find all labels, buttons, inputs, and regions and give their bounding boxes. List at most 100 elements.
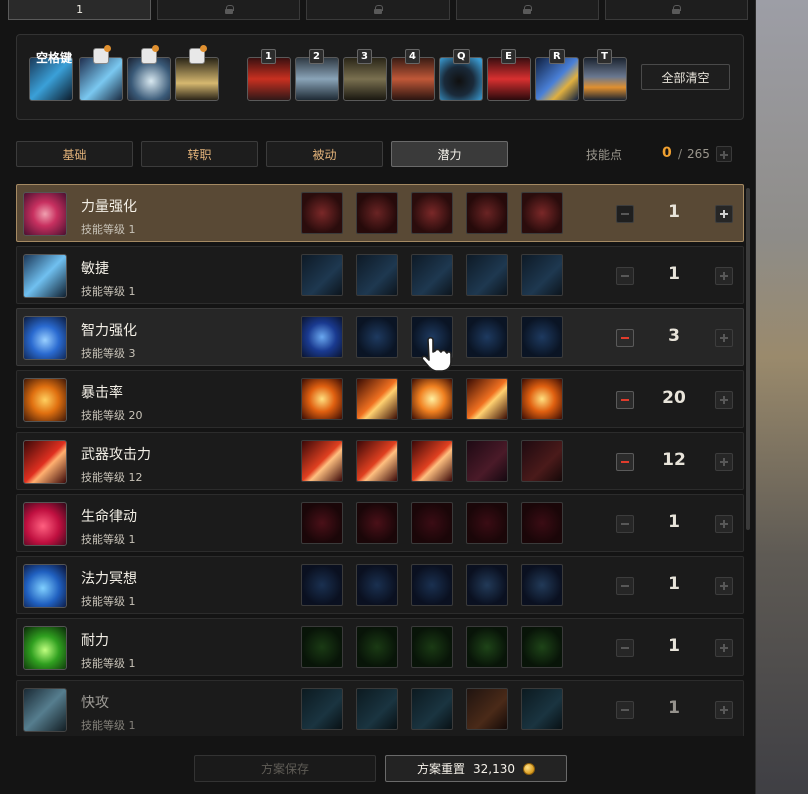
- sub-skill-icon[interactable]: [466, 626, 508, 668]
- sub-skill-icon[interactable]: [521, 378, 563, 420]
- skill-name: 武器攻击力: [81, 447, 151, 463]
- sub-skill-icon[interactable]: [301, 192, 343, 234]
- skill-row-quick-attack[interactable]: 快攻 技能等级 1 1: [16, 680, 744, 736]
- sub-skill-icon[interactable]: [301, 688, 343, 730]
- sub-skill-icon[interactable]: [466, 254, 508, 296]
- sub-skill-icon[interactable]: [411, 378, 453, 420]
- preset-tab-4[interactable]: [455, 0, 599, 20]
- sub-skill-icon[interactable]: [521, 254, 563, 296]
- sub-skill-icon[interactable]: [301, 564, 343, 606]
- skill-level: 技能等级 1: [81, 657, 136, 670]
- hand-cursor-icon: [421, 336, 452, 372]
- tab-basic[interactable]: 基础: [16, 141, 133, 167]
- skill-row-strength[interactable]: 力量强化 技能等级 1 1: [16, 184, 744, 242]
- decrease-button[interactable]: [616, 453, 634, 471]
- increase-button[interactable]: [715, 267, 733, 285]
- skill-row-crit-rate[interactable]: 暴击率 技能等级 20 20: [16, 370, 744, 428]
- skill-value: 12: [662, 450, 686, 470]
- decrease-button[interactable]: [616, 329, 634, 347]
- sub-skill-icon[interactable]: [466, 316, 508, 358]
- save-preset-button[interactable]: 方案保存: [194, 755, 376, 782]
- sub-skill-icon[interactable]: [521, 192, 563, 234]
- sub-skill-icon[interactable]: [466, 502, 508, 544]
- sub-skill-icon[interactable]: [521, 564, 563, 606]
- list-scrollbar[interactable]: [746, 188, 750, 530]
- preset-tab-2[interactable]: [157, 0, 301, 20]
- sub-skill-icon[interactable]: [356, 564, 398, 606]
- increase-button[interactable]: [715, 515, 733, 533]
- skill-row-endurance[interactable]: 耐力 技能等级 1 1: [16, 618, 744, 676]
- sub-skill-icon[interactable]: [466, 688, 508, 730]
- decrease-button[interactable]: [616, 577, 634, 595]
- sub-skill-icon[interactable]: [466, 192, 508, 234]
- increase-button[interactable]: [715, 577, 733, 595]
- sub-skill-icon[interactable]: [301, 626, 343, 668]
- preset-tab-1[interactable]: 1: [8, 0, 152, 20]
- sub-skill-icon[interactable]: [521, 626, 563, 668]
- sub-skill-icon[interactable]: [301, 440, 343, 482]
- sub-skill-icon[interactable]: [411, 626, 453, 668]
- clear-all-button[interactable]: 全部清空: [641, 64, 730, 90]
- bonus-badge-icon: [141, 45, 159, 64]
- sub-skill-icon[interactable]: [356, 440, 398, 482]
- increase-button[interactable]: [715, 453, 733, 471]
- sub-skill-icon[interactable]: [301, 316, 343, 358]
- preset-tab-label: 1: [76, 3, 84, 16]
- quick-strike-icon: [23, 688, 67, 732]
- sub-skill-icon[interactable]: [356, 688, 398, 730]
- sub-skill-icon[interactable]: [466, 564, 508, 606]
- preset-tab-5[interactable]: [604, 0, 749, 20]
- sub-skill-icon[interactable]: [411, 502, 453, 544]
- sub-skill-icon[interactable]: [466, 440, 508, 482]
- increase-button[interactable]: [715, 701, 733, 719]
- sub-skill-icon[interactable]: [521, 440, 563, 482]
- sub-skill-icon[interactable]: [521, 316, 563, 358]
- sub-skill-icon[interactable]: [411, 440, 453, 482]
- bonus-badge-icon: [93, 45, 111, 64]
- sub-skill-icon[interactable]: [356, 502, 398, 544]
- sub-skill-icon[interactable]: [466, 378, 508, 420]
- skill-row-mana-meditation[interactable]: 法力冥想 技能等级 1 1: [16, 556, 744, 614]
- decrease-button[interactable]: [616, 391, 634, 409]
- tab-advancement[interactable]: 转职: [141, 141, 258, 167]
- sub-skill-icon[interactable]: [356, 626, 398, 668]
- sword-slash-icon: [23, 440, 67, 484]
- sub-skill-icon[interactable]: [356, 254, 398, 296]
- preset-tabs: 1: [8, 0, 749, 20]
- decrease-button[interactable]: [616, 205, 634, 223]
- sub-skill-icon[interactable]: [411, 688, 453, 730]
- skill-row-weapon-attack[interactable]: 武器攻击力 技能等级 12 12: [16, 432, 744, 490]
- sub-skill-icon[interactable]: [411, 192, 453, 234]
- increase-button[interactable]: [715, 329, 733, 347]
- skill-name: 快攻: [81, 695, 109, 711]
- sub-skill-icon[interactable]: [521, 688, 563, 730]
- sub-skill-icon[interactable]: [521, 502, 563, 544]
- skill-row-life-rhythm[interactable]: 生命律动 技能等级 1 1: [16, 494, 744, 552]
- increase-button[interactable]: [715, 639, 733, 657]
- decrease-button[interactable]: [616, 639, 634, 657]
- runner-icon: [23, 254, 67, 298]
- decrease-button[interactable]: [616, 701, 634, 719]
- skill-value: 1: [668, 512, 680, 532]
- sub-skill-icon[interactable]: [301, 378, 343, 420]
- sub-skill-icon[interactable]: [301, 502, 343, 544]
- sub-skill-icon[interactable]: [356, 316, 398, 358]
- skill-level: 技能等级 3: [81, 347, 136, 360]
- sub-skill-icon[interactable]: [356, 378, 398, 420]
- sub-skill-icon[interactable]: [356, 192, 398, 234]
- decrease-button[interactable]: [616, 267, 634, 285]
- skill-row-agility[interactable]: 敏捷 技能等级 1 1: [16, 246, 744, 304]
- sub-skill-icon[interactable]: [411, 564, 453, 606]
- sub-skill-icon[interactable]: [411, 254, 453, 296]
- preset-tab-3[interactable]: [306, 0, 450, 20]
- tab-passive[interactable]: 被动: [266, 141, 383, 167]
- increase-button[interactable]: [715, 391, 733, 409]
- footer-bar: [8, 742, 748, 794]
- tab-potential[interactable]: 潜力: [391, 141, 508, 167]
- skill-row-intelligence[interactable]: 智力强化 技能等级 3 3: [16, 308, 744, 366]
- skill-points-plus-button[interactable]: [716, 146, 732, 162]
- decrease-button[interactable]: [616, 515, 634, 533]
- increase-button[interactable]: [715, 205, 733, 223]
- reset-preset-button[interactable]: 方案重置 32,130: [385, 755, 567, 782]
- sub-skill-icon[interactable]: [301, 254, 343, 296]
